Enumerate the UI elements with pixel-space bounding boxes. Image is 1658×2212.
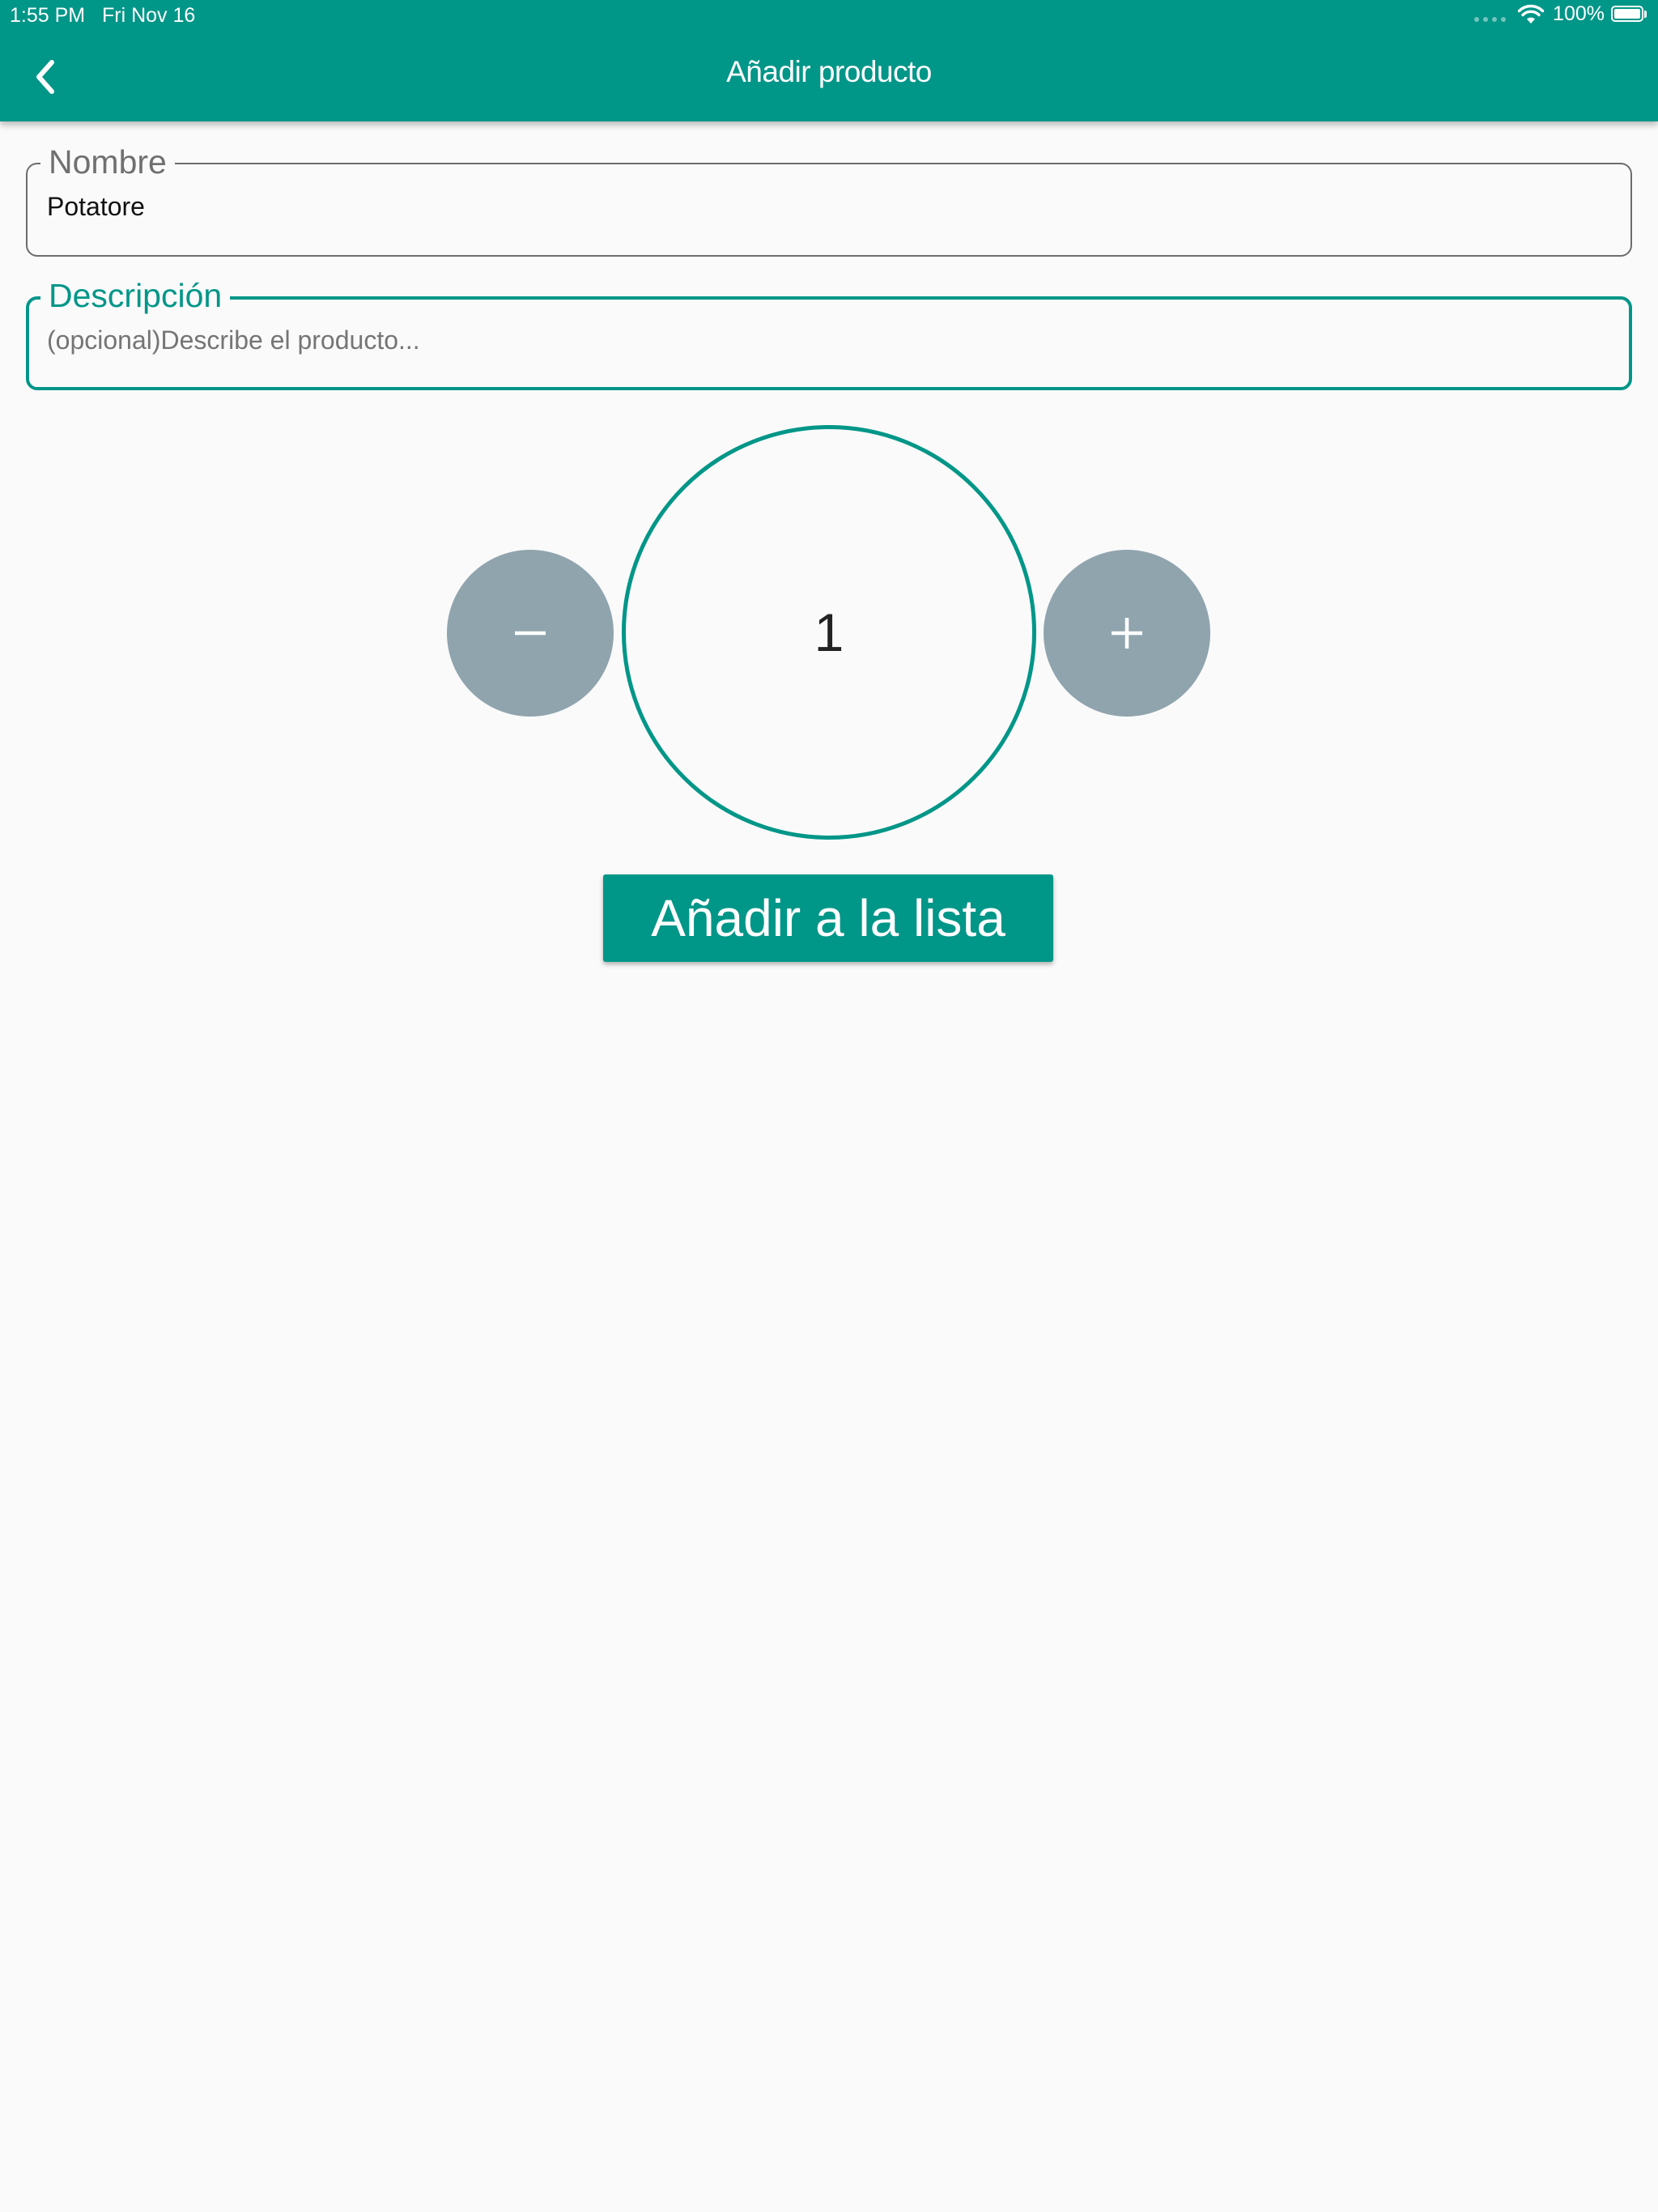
- nombre-field[interactable]: Nombre: [26, 143, 1632, 257]
- plus-icon: [1112, 618, 1142, 649]
- quantity-stepper: 1: [0, 0, 1658, 891]
- signal-dots-icon: [1474, 16, 1507, 22]
- battery-percentage: 100%: [1553, 2, 1605, 25]
- status-date: Fri Nov 16: [102, 4, 196, 27]
- app-bar: 1:55 PM Fri Nov 16 100% Añadir producto: [0, 0, 1658, 121]
- quantity-display: 1: [622, 425, 1036, 840]
- page-title: Añadir producto: [726, 55, 932, 88]
- descripcion-field[interactable]: Descripción: [26, 277, 1632, 390]
- add-to-list-button[interactable]: Añadir a la lista: [603, 874, 1053, 962]
- decrement-button[interactable]: [447, 550, 614, 717]
- battery-icon: [1611, 5, 1648, 23]
- descripcion-input[interactable]: [47, 325, 1585, 355]
- descripcion-label: Descripción: [40, 277, 231, 314]
- wifi-icon: [1517, 4, 1545, 23]
- status-bar: 1:55 PM Fri Nov 16 100%: [0, 0, 1658, 32]
- status-time: 1:55 PM: [10, 4, 86, 27]
- minus-icon: [515, 631, 546, 636]
- nombre-label: Nombre: [40, 143, 175, 181]
- nombre-input[interactable]: [47, 192, 1585, 222]
- status-indicators: 100%: [1474, 2, 1648, 26]
- increment-button[interactable]: [1044, 550, 1210, 717]
